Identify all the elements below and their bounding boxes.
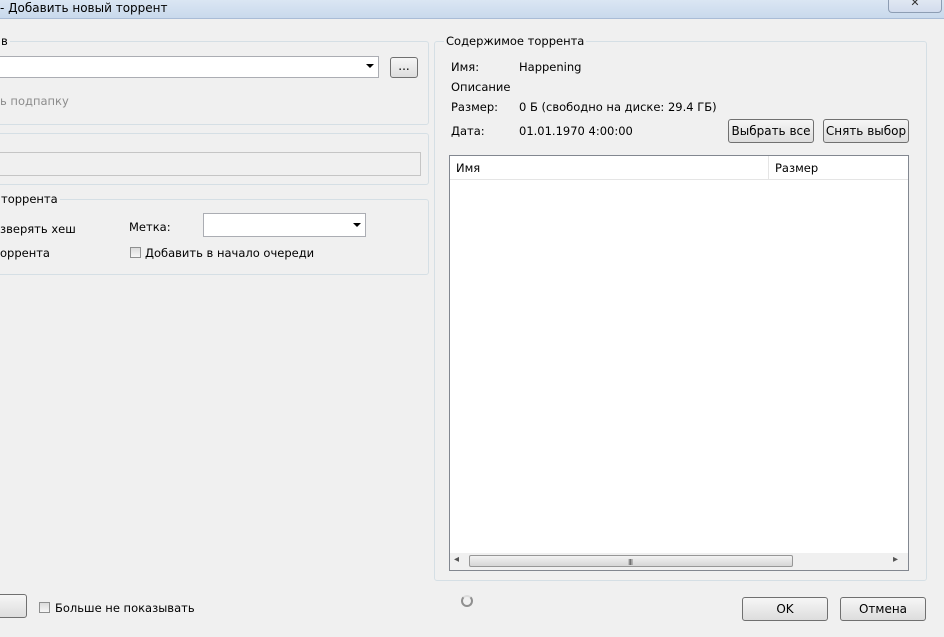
save-path-combo[interactable] — [0, 56, 379, 78]
title-bar: - Добавить новый торрент ✕ — [0, 0, 944, 19]
browse-button[interactable]: ... — [390, 57, 418, 78]
create-subfolder-label: ь подпапку — [0, 94, 69, 108]
torrent-options-group — [0, 199, 429, 275]
horizontal-scrollbar[interactable]: ◂ III ▸ — [450, 553, 908, 570]
date-value: 01.01.1970 4:00:00 — [519, 124, 633, 138]
column-header-size-label: Размер — [775, 161, 819, 175]
torrent-content-group-label: Содержимое торрента — [444, 34, 587, 48]
select-all-button-label: Выбрать все — [731, 124, 811, 138]
select-all-button[interactable]: Выбрать все — [728, 119, 814, 143]
dont-show-again-checkbox[interactable] — [39, 602, 50, 613]
chevron-down-icon — [366, 64, 374, 68]
dont-show-again-label[interactable]: Больше не показывать — [55, 601, 195, 615]
ok-button[interactable]: OK — [742, 597, 828, 621]
add-to-top-label[interactable]: Добавить в начало очереди — [145, 246, 314, 260]
start-torrent-label[interactable]: оррента — [0, 246, 50, 260]
cancel-button[interactable]: Отмена — [840, 597, 926, 621]
left-partial-button[interactable] — [0, 594, 27, 618]
torrent-name-field[interactable] — [0, 152, 421, 176]
torrent-options-group-label: торрента — [0, 192, 60, 206]
size-label: Размер: — [451, 100, 499, 114]
size-value: 0 Б (свободно на диске: 29.4 ГБ) — [519, 100, 717, 114]
column-header-name[interactable]: Имя — [450, 156, 768, 180]
deselect-button-label: Снять выбор — [825, 124, 907, 138]
name-label: Имя: — [451, 60, 480, 74]
browse-button-label: ... — [398, 59, 410, 73]
save-path-group-label: в — [0, 34, 10, 48]
loading-spinner-icon — [461, 595, 473, 607]
close-icon: ✕ — [910, 0, 920, 9]
scroll-left-icon[interactable]: ◂ — [454, 554, 459, 565]
tag-label: Метка: — [129, 220, 171, 234]
scrollbar-grip: III — [628, 558, 633, 567]
file-list[interactable]: Имя Размер ◂ III ▸ — [449, 155, 909, 571]
name-value: Happening — [519, 60, 582, 74]
cancel-button-label: Отмена — [858, 602, 908, 616]
column-header-name-label: Имя — [456, 161, 481, 175]
skip-hash-check-label[interactable]: зверять хеш — [0, 222, 76, 236]
date-label: Дата: — [451, 124, 485, 138]
deselect-button[interactable]: Снять выбор — [823, 119, 909, 143]
close-button[interactable]: ✕ — [888, 0, 942, 13]
save-path-group — [0, 41, 429, 125]
ok-button-label: OK — [776, 602, 794, 616]
chevron-down-icon — [353, 223, 361, 227]
column-header-size[interactable]: Размер — [769, 156, 908, 180]
scrollbar-thumb[interactable]: III — [469, 555, 793, 567]
window-title: - Добавить новый торрент — [0, 1, 168, 15]
scroll-right-icon[interactable]: ▸ — [893, 554, 898, 565]
tag-combo[interactable] — [203, 213, 366, 237]
description-label: Описание — [451, 80, 511, 94]
add-to-top-checkbox[interactable] — [130, 247, 141, 258]
